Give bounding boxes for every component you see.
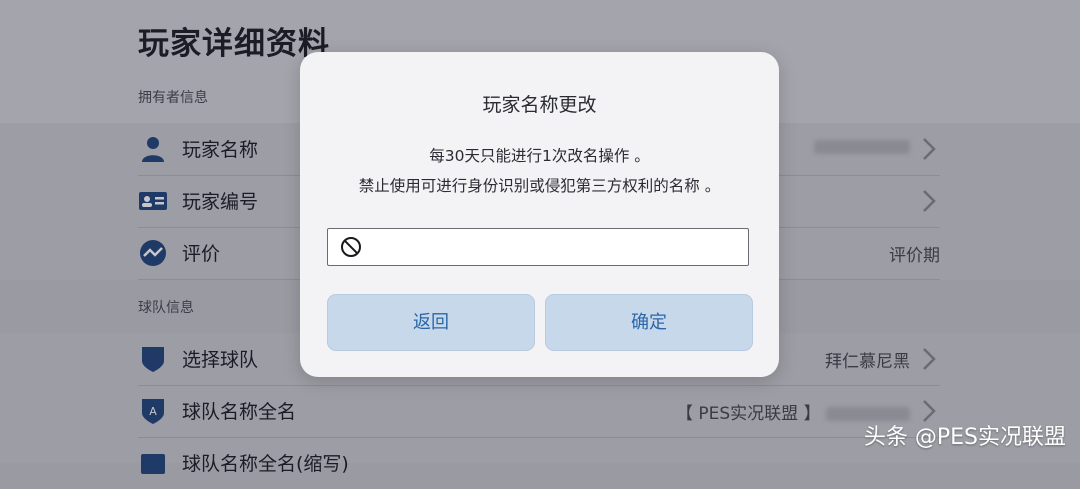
confirm-button[interactable]: 确定 [545,294,753,351]
back-button[interactable]: 返回 [327,294,535,351]
row-label: 选择球队 [182,349,259,371]
dialog-message-line-2: 禁止使用可进行身份识别或侵犯第三方权利的名称 。 [358,177,721,195]
player-name-input[interactable] [327,228,749,266]
id-card-icon [139,192,167,210]
row-value: 拜仁慕尼黑 [825,352,910,372]
row-value: 评价期 [889,246,940,266]
rename-dialog: 玩家名称更改 每30天只能进行1次改名操作 。 禁止使用可进行身份识别或侵犯第三… [300,52,779,377]
watermark-text: 头条 @PES实况联盟 [863,425,1066,450]
blurred-name-value [814,137,910,157]
row-team-full-name[interactable]: A 球队名称全名 【 PES实况联盟 】 [138,385,940,438]
team-section-label: 球队信息 [138,300,194,316]
row-label: 玩家名称 [182,139,259,161]
team-badge-icon: A [142,399,164,424]
dialog-message-line-1: 每30天只能进行1次改名操作 。 [429,147,650,165]
prohibited-icon [341,237,361,257]
person-icon [142,137,164,162]
row-label: 球队名称全名 [182,401,297,423]
row-label: 评价 [182,243,221,265]
page-title: 玩家详细资料 [138,26,330,62]
row-value: 【 PES实况联盟 】 [676,404,821,424]
owner-section-label: 拥有者信息 [138,90,208,106]
row-label: 玩家编号 [182,191,259,213]
rating-icon [140,240,166,266]
dialog-title: 玩家名称更改 [482,94,597,116]
chevron-right-icon [923,138,936,160]
row-team-abbr[interactable]: 球队名称全名(缩写) [138,437,940,489]
shield-icon [142,347,164,372]
chevron-right-icon [923,190,936,212]
svg-text:A: A [149,405,157,418]
chevron-right-icon [923,348,936,370]
team-abbr-icon [141,454,165,474]
